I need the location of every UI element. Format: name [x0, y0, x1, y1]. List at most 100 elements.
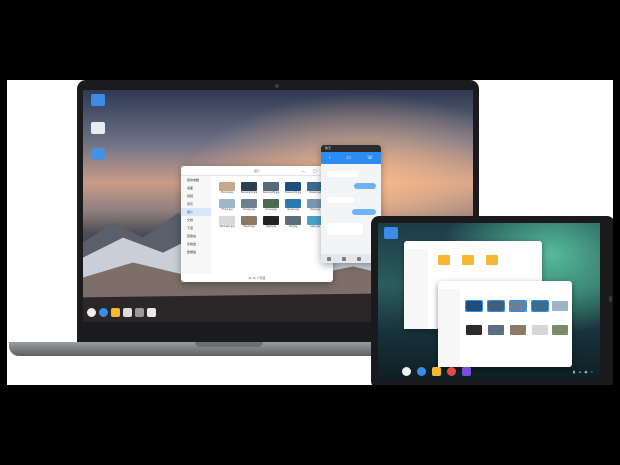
image-thumbnail[interactable] — [487, 300, 505, 312]
tablet-home-button — [609, 296, 612, 302]
folder-icon[interactable] — [486, 255, 498, 265]
browser-icon[interactable] — [417, 367, 426, 376]
file-manager-window[interactable]: 图片 — ▢ ✕ 我的电脑 桌面 视频 音乐 图片 文档 下载 回收站 系统盘 … — [181, 166, 333, 282]
laptop-camera — [275, 84, 279, 88]
browser-icon[interactable] — [99, 308, 108, 317]
store-icon[interactable] — [447, 367, 456, 376]
image-thumbnail — [219, 216, 235, 225]
documents-icon[interactable] — [91, 122, 105, 134]
back-icon[interactable]: ‹ — [329, 155, 331, 161]
launcher-icon[interactable] — [402, 367, 411, 376]
file-name: Mountain.jpg — [219, 225, 235, 228]
sidebar-item-active[interactable]: 图片 — [181, 208, 211, 216]
sidebar-item[interactable]: 下载 — [181, 224, 211, 232]
files-icon[interactable] — [111, 308, 120, 317]
computer-icon[interactable] — [91, 94, 105, 106]
status-bar: 共 15 个项目 — [248, 276, 266, 280]
image-thumbnail — [285, 182, 301, 191]
image-thumbnail[interactable] — [509, 300, 527, 312]
file-item[interactable]: Picture.jpg — [217, 182, 237, 195]
image-thumbnail[interactable] — [552, 301, 568, 311]
file-manager-titlebar[interactable]: 图片 — ▢ ✕ — [181, 166, 333, 176]
message-bubble — [327, 223, 363, 235]
file-icon[interactable] — [356, 256, 361, 261]
file-item[interactable]: Scenery02.jpg — [261, 182, 281, 195]
image-thumbnail[interactable] — [510, 325, 526, 335]
store-icon[interactable] — [147, 308, 156, 317]
image-thumbnail[interactable] — [531, 300, 549, 312]
chat-header: ‹ ▭ ☏ — [321, 152, 381, 164]
message-icon[interactable]: ▭ — [346, 155, 351, 161]
sidebar-item[interactable]: 我的电脑 — [181, 176, 211, 184]
file-name: Photo.jpg — [221, 208, 233, 211]
sidebar-item[interactable]: 视频 — [181, 192, 211, 200]
sidebar-item[interactable]: 系统盘 — [181, 240, 211, 248]
sidebar-item[interactable]: 桌面 — [181, 184, 211, 192]
file-item[interactable]: Scenery01.jpg — [239, 182, 259, 195]
file-name: City.jpg — [288, 225, 298, 228]
message-bubble — [327, 197, 355, 203]
files-icon[interactable] — [432, 367, 441, 376]
image-thumbnail — [241, 182, 257, 191]
chat-titlebar: 聊天 — [321, 145, 381, 152]
image-thumbnail — [263, 199, 279, 208]
image-thumbnail — [219, 199, 235, 208]
file-name: Desert.jpg — [243, 225, 255, 228]
image-thumbnail — [241, 216, 257, 225]
file-name: Scenery03.jpg — [284, 191, 302, 194]
sidebar-item[interactable]: 数据盘 — [181, 248, 211, 256]
file-item[interactable]: Photo.jpg — [217, 199, 237, 212]
tablet-dock — [402, 367, 471, 376]
computer-icon[interactable] — [384, 227, 398, 239]
promo-stage: 图片 — ▢ ✕ 我的电脑 桌面 视频 音乐 图片 文档 下载 回收站 系统盘 … — [7, 80, 613, 385]
image-thumbnail — [263, 216, 279, 225]
sidebar-item[interactable]: 回收站 — [181, 232, 211, 240]
settings-icon[interactable] — [135, 308, 144, 317]
laptop-hinge-notch — [195, 342, 263, 347]
file-item[interactable]: Ocean.jpg — [283, 199, 303, 212]
image-thumbnail[interactable] — [488, 325, 504, 335]
image-thumbnail[interactable] — [466, 325, 482, 335]
file-name: Scenery01.jpg — [240, 191, 258, 194]
file-item[interactable]: City.jpg — [283, 216, 303, 229]
tablet-image-window[interactable] — [438, 281, 572, 367]
file-item[interactable]: Desert.jpg — [239, 216, 259, 229]
folder-icon[interactable] — [462, 255, 474, 265]
terminal-icon[interactable] — [123, 308, 132, 317]
file-item[interactable]: Mountain.jpg — [217, 216, 237, 229]
emoji-icon[interactable] — [326, 256, 331, 261]
file-item[interactable]: Scenery03.jpg — [283, 182, 303, 195]
sidebar-item[interactable]: 文档 — [181, 216, 211, 224]
image-thumbnail[interactable] — [552, 325, 568, 335]
file-name: Night.jpg — [265, 225, 277, 228]
window-title: 图片 — [253, 168, 260, 173]
folder-icon[interactable] — [91, 148, 105, 160]
file-grid: Picture.jpg Scenery01.jpg Scenery02.jpg … — [217, 182, 331, 229]
message-bubble — [327, 171, 359, 177]
file-item[interactable]: Sunset.jpg — [239, 199, 259, 212]
laptop-dock — [87, 308, 156, 317]
image-thumbnail — [285, 199, 301, 208]
file-item[interactable]: Night.jpg — [261, 216, 281, 229]
file-item[interactable]: Forest.jpg — [261, 199, 281, 212]
image-thumbnail — [219, 182, 235, 191]
image-thumbnail[interactable] — [465, 300, 483, 312]
image-thumbnail — [285, 216, 301, 225]
folder-icon[interactable] — [438, 255, 450, 265]
file-name: Scenery02.jpg — [262, 191, 280, 194]
tablet-desktop: ▮ ◂ ◉ ▪ — [378, 223, 600, 380]
file-manager-sidebar: 我的电脑 桌面 视频 音乐 图片 文档 下载 回收站 系统盘 数据盘 — [181, 176, 211, 274]
image-thumbnail — [263, 182, 279, 191]
sidebar-item[interactable]: 音乐 — [181, 200, 211, 208]
launcher-icon[interactable] — [87, 308, 96, 317]
file-name: Ocean.jpg — [287, 208, 299, 211]
media-icon[interactable] — [462, 367, 471, 376]
tablet: ▮ ◂ ◉ ▪ — [371, 216, 613, 385]
tablet-image-sidebar — [438, 289, 460, 367]
image-icon[interactable] — [341, 256, 346, 261]
system-tray[interactable]: ▮ ◂ ◉ ▪ — [573, 370, 594, 374]
image-thumbnail[interactable] — [532, 325, 548, 335]
message-bubble — [354, 183, 376, 189]
file-name: Picture.jpg — [220, 191, 234, 194]
phone-icon[interactable]: ☏ — [367, 155, 373, 161]
